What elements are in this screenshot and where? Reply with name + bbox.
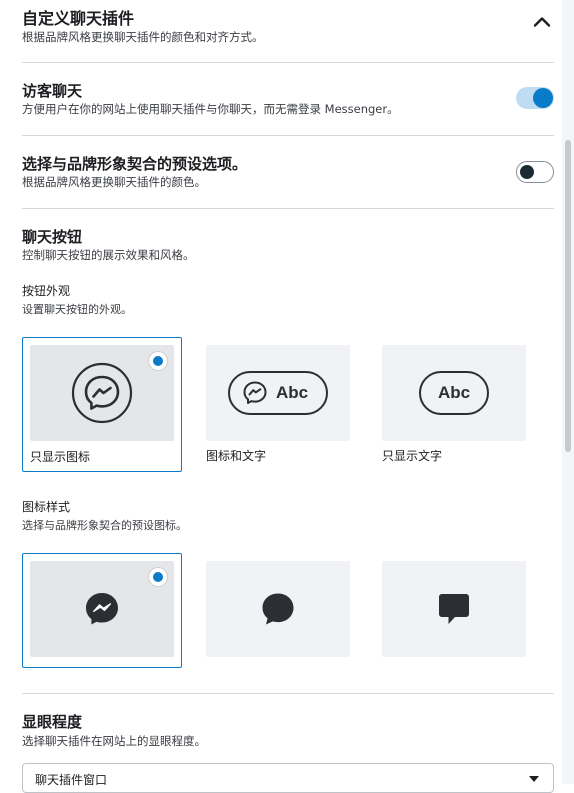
option-label: 只显示文字 (382, 449, 443, 463)
section-subtitle: 根据品牌风格更换聊天插件的颜色和对齐方式。 (22, 30, 264, 44)
chat-bubble-square-icon (439, 594, 469, 624)
preset-title: 选择与品牌形象契合的预设选项。 (22, 155, 248, 173)
guest-chat-description: 方便用户在你的网站上使用聊天插件与你聊天，而无需登录 Messenger。 (22, 102, 399, 116)
icon-style-description: 选择与品牌形象契合的预设图标。 (22, 519, 187, 532)
divider (22, 62, 554, 63)
messenger-icon (71, 362, 133, 424)
messenger-icon (243, 381, 267, 404)
icon-text-pill: Abc (228, 371, 328, 415)
pill-text: Abc (437, 383, 471, 402)
appearance-title: 按钮外观 (22, 284, 71, 298)
option-label: 图标和文字 (206, 449, 267, 463)
prominence-select[interactable]: 聊天插件窗口 (22, 763, 554, 793)
text-pill: Abc (419, 371, 489, 415)
chat-button-title: 聊天按钮 (22, 228, 83, 246)
preset-description: 根据品牌风格更换聊天插件的颜色。 (22, 175, 206, 189)
icon-style-option-round-bubble[interactable] (206, 561, 350, 657)
appearance-description: 设置聊天按钮的外观。 (22, 303, 132, 316)
divider (22, 693, 554, 694)
prominence-description: 选择聊天插件在网站上的显眼程度。 (22, 734, 206, 748)
toggle-knob (520, 165, 534, 179)
chat-bubble-round-icon (262, 593, 294, 625)
scrollbar-thumb[interactable] (565, 140, 571, 452)
appearance-option-icon-and-text[interactable]: Abc 图标和文字 (206, 345, 352, 469)
option-preview (382, 561, 526, 657)
selected-radio-icon (148, 351, 168, 371)
guest-chat-title: 访客聊天 (22, 82, 83, 100)
guest-chat-toggle[interactable] (516, 87, 554, 109)
divider (22, 135, 554, 136)
selected-radio-icon (148, 567, 168, 587)
scrollbar-track[interactable] (562, 0, 574, 784)
icon-style-option-messenger[interactable] (22, 553, 182, 668)
appearance-option-text-only[interactable]: Abc 只显示文字 (382, 345, 528, 469)
chat-button-description: 控制聊天按钮的展示效果和风格。 (22, 248, 195, 262)
messenger-icon (86, 593, 118, 625)
prominence-title: 显眼程度 (22, 713, 83, 731)
icon-style-option-square-bubble[interactable] (382, 561, 526, 657)
divider (22, 208, 554, 209)
appearance-option-icon-only[interactable]: 只显示图标 (22, 337, 182, 472)
preset-toggle[interactable] (516, 161, 554, 183)
chevron-up-icon[interactable] (532, 12, 552, 32)
chevron-down-icon (529, 776, 539, 782)
option-preview (206, 561, 350, 657)
option-preview: Abc (206, 345, 350, 441)
icon-style-title: 图标样式 (22, 500, 71, 514)
pill-text: Abc (276, 383, 309, 402)
prominence-select-value: 聊天插件窗口 (35, 773, 108, 787)
option-label: 只显示图标 (30, 450, 91, 464)
option-preview: Abc (382, 345, 526, 441)
toggle-knob (533, 88, 553, 108)
section-title: 自定义聊天插件 (22, 9, 135, 28)
